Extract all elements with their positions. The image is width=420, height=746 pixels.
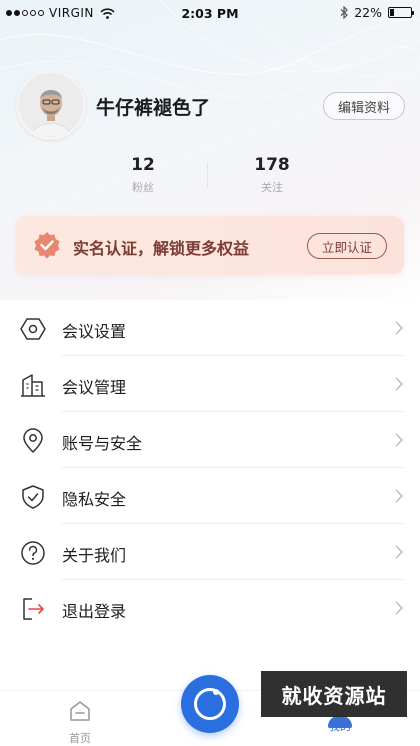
camera-ring-icon [194, 688, 226, 720]
followers-count: 12 [131, 155, 155, 175]
chevron-right-icon [395, 377, 404, 391]
shield-check-icon [22, 485, 44, 509]
settings-menu: 会议设置 会议管理 账号与安全 隐私安全 关于我们 退出登录 [0, 300, 420, 636]
menu-item-account-security[interactable]: 账号与安全 [0, 412, 420, 468]
stats-divider [207, 162, 208, 188]
bluetooth-icon [340, 6, 349, 19]
chevron-right-icon [395, 433, 404, 447]
verification-text: 实名认证，解锁更多权益 [73, 239, 250, 258]
menu-item-label: 隐私安全 [62, 490, 127, 509]
logout-icon [23, 598, 44, 620]
edit-profile-button[interactable]: 编辑资料 [323, 92, 405, 120]
hexagon-settings-icon [20, 318, 46, 340]
battery-percent: 22% [354, 5, 382, 20]
menu-item-label: 账号与安全 [62, 434, 143, 453]
buildings-icon [21, 374, 45, 397]
menu-item-about-us[interactable]: 关于我们 [0, 524, 420, 580]
home-icon [70, 701, 90, 721]
avatar-image [19, 73, 83, 137]
battery-icon [388, 7, 414, 18]
chevron-right-icon [395, 489, 404, 503]
menu-item-label: 关于我们 [62, 546, 127, 565]
battery-fill [390, 9, 395, 16]
followers-stat[interactable]: 12 粉丝 [93, 155, 193, 195]
profile-tab-icon[interactable] [328, 716, 352, 728]
following-label: 关注 [261, 181, 283, 194]
chevron-right-icon [395, 321, 404, 335]
menu-item-privacy-security[interactable]: 隐私安全 [0, 468, 420, 524]
verification-banner[interactable]: 实名认证，解锁更多权益 立即认证 [16, 216, 404, 274]
status-right: 22% [340, 5, 414, 20]
status-bar: VIRGIN 2:03 PM 22% [0, 0, 420, 28]
menu-item-meeting-settings[interactable]: 会议设置 [0, 300, 420, 356]
menu-item-logout[interactable]: 退出登录 [0, 580, 420, 636]
following-stat[interactable]: 178 关注 [222, 155, 322, 195]
menu-item-label: 会议设置 [62, 322, 127, 341]
verify-now-button[interactable]: 立即认证 [307, 233, 387, 259]
followers-label: 粉丝 [132, 181, 154, 194]
chevron-right-icon [395, 545, 404, 559]
username: 牛仔裤褪色了 [96, 97, 211, 119]
avatar[interactable] [16, 70, 86, 140]
following-count: 178 [254, 155, 290, 175]
create-meeting-button[interactable] [181, 675, 239, 733]
watermark: 就收资源站 [261, 671, 407, 717]
tab-home-label: 首页 [69, 732, 91, 745]
tab-home[interactable]: 首页 [50, 699, 110, 746]
verified-badge-icon [34, 232, 60, 259]
help-circle-icon [21, 541, 45, 565]
menu-item-label: 会议管理 [62, 378, 127, 397]
menu-item-meeting-management[interactable]: 会议管理 [0, 356, 420, 412]
menu-item-label: 退出登录 [62, 602, 127, 621]
chevron-right-icon [395, 601, 404, 615]
location-pin-icon [23, 428, 43, 453]
camera-dot-icon [213, 689, 219, 695]
